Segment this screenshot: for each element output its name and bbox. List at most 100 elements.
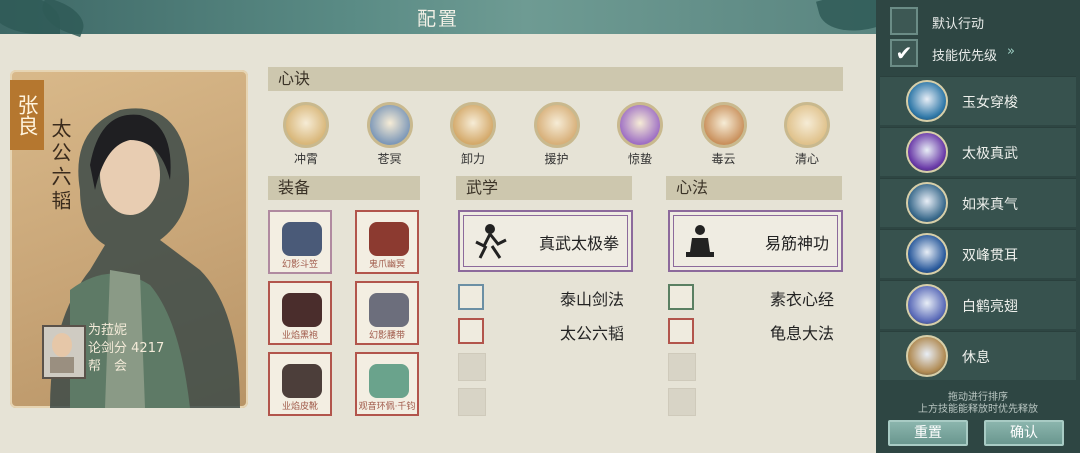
wuxue-empty-slot-2[interactable]: [458, 388, 486, 416]
priority-skill-icon: [906, 182, 948, 224]
priority-skill-slot[interactable]: 休息: [880, 331, 1076, 380]
xinjue-skill[interactable]: 卸力: [443, 102, 503, 167]
martial-artist-icon: [475, 224, 507, 259]
avatar[interactable]: [42, 325, 86, 379]
config-main-area: 配置 张良 太公六韬 为菈妮 论剑分 4217 帮 会 心诀 冲霄 苍冥 卸力 援护 惊…: [0, 0, 894, 453]
priority-skill-name: 白鹤亮翅: [962, 299, 1018, 315]
equipment-icon: [282, 222, 322, 256]
rank-label: 论剑分: [88, 341, 128, 356]
wuxue-sub-slot-2[interactable]: 太公六韬: [458, 318, 624, 344]
confirm-button[interactable]: 确认: [984, 420, 1064, 446]
action-priority-panel: 默认行动 ✔ 技能优先级 » 玉女穿梭 太极真武 如来真气 双峰贯耳 白鹤亮翅 休息 拖动…: [876, 0, 1080, 453]
xinjue-skill-icon: [366, 102, 413, 148]
equipment-slot[interactable]: 观音环佩·千钧: [355, 352, 419, 416]
section-xinjue: 心诀: [268, 67, 843, 91]
equipment-icon: [282, 293, 322, 327]
section-wuxue: 武学: [456, 176, 632, 200]
priority-skill-name: 双峰贯耳: [962, 248, 1018, 264]
xinjue-skill-label: 苍冥: [377, 152, 402, 166]
xinfa-main-slot[interactable]: 易筋神功: [668, 210, 843, 272]
equipment-slot[interactable]: 业焰黑袍: [268, 281, 332, 345]
chevron-right-icon[interactable]: »: [1007, 44, 1015, 59]
skill-priority-checkbox[interactable]: ✔: [890, 39, 918, 67]
priority-skill-slot[interactable]: 太极真武: [880, 127, 1076, 176]
skill-priority-label: 技能优先级: [932, 49, 998, 64]
xinjue-skill[interactable]: 清心: [777, 102, 837, 167]
equipment-label: 业焰皮靴: [281, 402, 318, 412]
equipment-label: 业焰黑袍: [281, 331, 318, 341]
xinjue-skill-icon: [784, 102, 830, 148]
xinjue-skill-label: 冲霄: [293, 152, 318, 166]
equipment-slot[interactable]: 幻影斗笠: [268, 210, 332, 274]
xinjue-skill[interactable]: 冲霄: [276, 102, 336, 167]
default-action-label: 默认行动: [932, 17, 985, 32]
wuxue-sub-name-2: 太公六韬: [559, 324, 624, 343]
equipment-icon: [369, 293, 409, 327]
character-book-title: 太公六韬: [48, 118, 72, 214]
xinjue-skill-icon: [700, 102, 747, 148]
section-equip: 装备: [268, 176, 420, 200]
section-xinfa: 心法: [666, 176, 842, 200]
xinjue-skill[interactable]: 苍冥: [360, 102, 420, 167]
equipment-label: 鬼爪幽冥: [368, 260, 405, 270]
meditation-figure-icon: [686, 225, 714, 257]
book-icon: [458, 318, 484, 344]
equipment-icon: [369, 364, 409, 398]
equipment-icon: [369, 222, 409, 256]
xinfa-sub-slot-1[interactable]: 素衣心经: [668, 284, 834, 310]
priority-skill-name: 玉女穿梭: [962, 95, 1018, 111]
equipment-slot[interactable]: 鬼爪幽冥: [355, 210, 419, 274]
xinfa-empty-slot-1[interactable]: [668, 353, 696, 381]
xinjue-skill-label: 卸力: [460, 152, 485, 166]
priority-skill-name: 休息: [962, 350, 990, 366]
xinjue-skill-icon: [533, 102, 580, 148]
sword-icon: [458, 284, 484, 310]
default-action-checkbox[interactable]: [890, 7, 918, 35]
xinjue-skill[interactable]: 援护: [527, 102, 587, 167]
equipment-label: 观音环佩·千钧: [358, 402, 416, 412]
priority-skill-icon: [906, 131, 948, 173]
priority-skill-slot[interactable]: 玉女穿梭: [880, 76, 1076, 125]
xinfa-empty-slot-2[interactable]: [668, 388, 696, 416]
priority-skill-name: 太极真武: [962, 146, 1018, 162]
priority-skill-slot[interactable]: 白鹤亮翅: [880, 280, 1076, 329]
priority-skill-slot[interactable]: 如来真气: [880, 178, 1076, 227]
priority-skill-icon: [906, 80, 948, 122]
hint-line-2: 上方技能能释放时优先释放: [918, 404, 1038, 415]
xinfa-sub-name-2: 龟息大法: [769, 324, 834, 343]
priority-skill-icon: [906, 335, 948, 377]
player-info: 为菈妮 论剑分 4217 帮 会: [88, 322, 164, 376]
xinjue-skill-label: 毒云: [711, 152, 736, 166]
wuxue-sub-slot-1[interactable]: 泰山剑法: [458, 284, 624, 310]
xinjue-skill-icon: [283, 102, 329, 148]
xinjue-skill-label: 惊蛰: [627, 152, 652, 166]
wuxue-main-name: 真武太极拳: [538, 234, 619, 253]
xinfa-main-name: 易筋神功: [764, 234, 829, 253]
page-title: 配置: [416, 8, 459, 30]
turtle-breath-icon: [668, 318, 694, 344]
equipment-label: 幻影腰带: [368, 331, 405, 341]
reset-button[interactable]: 重置: [888, 420, 968, 446]
equipment-label: 幻影斗笠: [281, 260, 318, 270]
guild-label: 帮 会: [88, 359, 128, 374]
character-name: 张良: [10, 80, 44, 150]
equipment-icon: [282, 364, 322, 398]
rank-row: 论剑分 4217: [88, 340, 164, 358]
wuxue-main-slot[interactable]: 真武太极拳: [458, 210, 633, 272]
xinjue-skill-label: 援护: [544, 152, 569, 166]
player-name: 为菈妮: [88, 323, 128, 338]
xinjue-skill[interactable]: 惊蛰: [610, 102, 670, 167]
xinjue-skill-icon: [617, 102, 663, 148]
xinfa-sub-slot-2[interactable]: 龟息大法: [668, 318, 834, 344]
priority-skill-icon: [906, 233, 948, 275]
wuxue-empty-slot-1[interactable]: [458, 353, 486, 381]
equipment-slot[interactable]: 业焰皮靴: [268, 352, 332, 416]
xinjue-skill-icon: [450, 102, 496, 148]
priority-skill-icon: [906, 284, 948, 326]
xinfa-sub-name-1: 素衣心经: [769, 290, 834, 309]
monk-avatar-icon: [50, 333, 74, 373]
xinjue-skill[interactable]: 毒云: [694, 102, 754, 167]
checkmark-icon: ✔: [895, 41, 913, 65]
priority-skill-slot[interactable]: 双峰贯耳: [880, 229, 1076, 278]
equipment-slot[interactable]: 幻影腰带: [355, 281, 419, 345]
